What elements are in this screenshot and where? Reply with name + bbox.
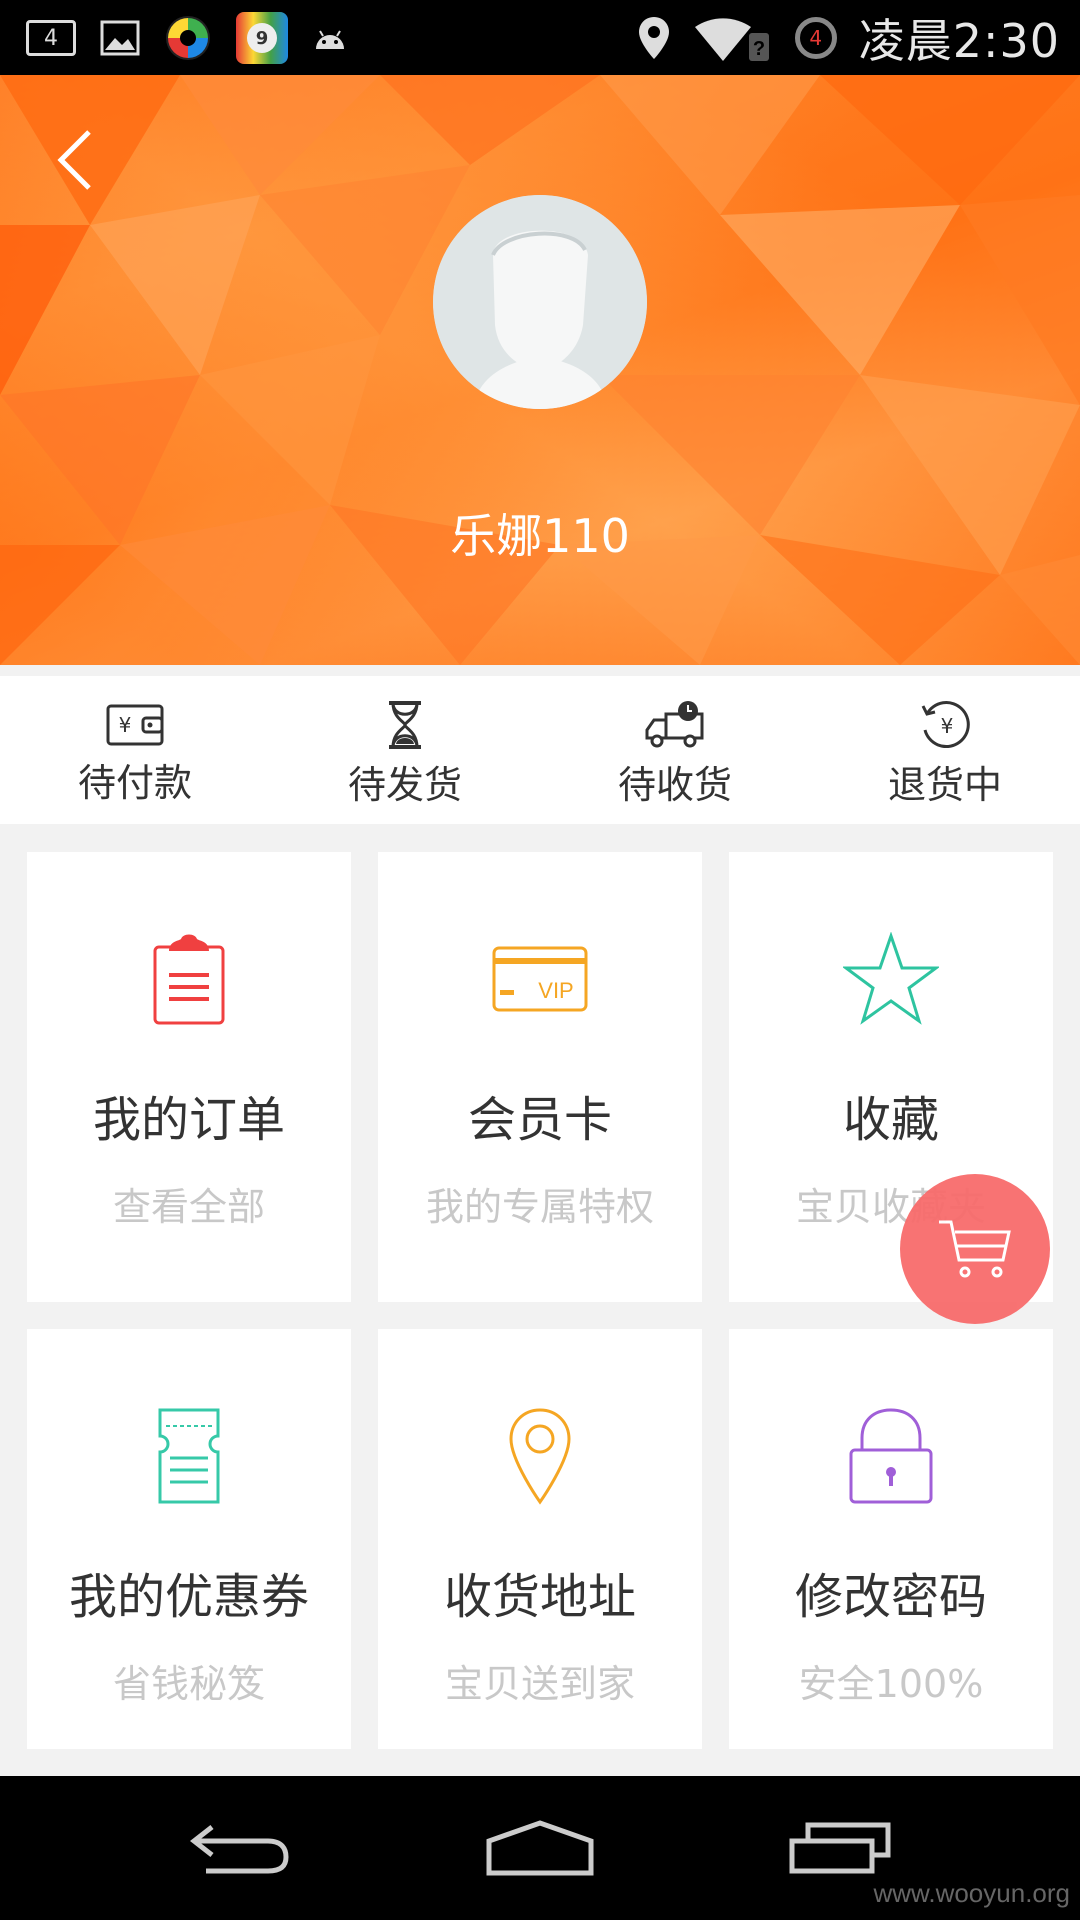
- watermark: www.wooyun.org: [873, 1878, 1070, 1908]
- order-pending-shipment[interactable]: 待发货: [270, 676, 540, 824]
- card-title: 我的优惠券: [68, 1569, 309, 1625]
- shopping-cart-icon: [939, 1220, 1011, 1278]
- card-subtitle: 宝贝送到家: [444, 1662, 635, 1706]
- status-notifications: 4 9: [26, 12, 348, 64]
- card-subtitle: 我的专属特权: [425, 1185, 654, 1229]
- android-icon: [316, 30, 344, 49]
- lock-icon: [849, 1408, 933, 1504]
- order-status-bar: ¥ 待付款 待发货 待收货 ¥ 退货中: [0, 676, 1080, 824]
- card-title: 会员卡: [467, 1092, 612, 1148]
- back-arrow-icon: [190, 1825, 289, 1874]
- coupon-icon: [158, 1408, 220, 1504]
- card-title: 修改密码: [794, 1569, 987, 1625]
- wifi-icon: ?: [694, 17, 769, 61]
- card-my-orders[interactable]: 我的订单 查看全部: [27, 852, 351, 1302]
- profile-header: 乐娜110: [0, 75, 1080, 665]
- card-change-password[interactable]: 修改密码 安全100%: [729, 1329, 1053, 1749]
- star-icon: [843, 932, 939, 1025]
- username: 乐娜110: [450, 509, 630, 563]
- status-bar: 4 9 ? 4 凌晨2:30: [0, 0, 1080, 75]
- refund-icon: ¥: [921, 701, 970, 748]
- card-subtitle: 查看全部: [112, 1185, 265, 1229]
- svg-text:¥: ¥: [941, 714, 954, 738]
- order-pending-payment[interactable]: ¥ 待付款: [0, 676, 270, 824]
- status-time: 凌晨2:30: [858, 13, 1060, 68]
- card-title: 收藏: [842, 1092, 939, 1148]
- card-member-card[interactable]: VIP 会员卡 我的专属特权: [378, 852, 702, 1302]
- wallet-icon: ¥: [106, 704, 164, 746]
- card-title: 我的订单: [92, 1092, 285, 1148]
- back-button[interactable]: [40, 115, 110, 205]
- card-my-coupons[interactable]: 我的优惠券 省钱秘笈: [27, 1329, 351, 1749]
- app-badge-number: 9: [247, 23, 277, 53]
- order-returning-label: 退货中: [887, 763, 1002, 807]
- clipboard-icon: [153, 934, 225, 1025]
- order-pending-receipt[interactable]: 待收货: [540, 676, 810, 824]
- delivery-truck-icon: [645, 701, 704, 748]
- status-indicators: ? 4 凌晨2:30: [637, 0, 1060, 75]
- vip-card-icon: VIP: [492, 946, 588, 1012]
- location-icon: [638, 16, 669, 59]
- cart-button[interactable]: [900, 1174, 1050, 1324]
- card-subtitle: 省钱秘笈: [112, 1662, 265, 1706]
- location-pin-icon: [509, 1408, 571, 1505]
- alarm-badge-icon: 4: [794, 16, 837, 59]
- order-pending-shipment-label: 待发货: [347, 763, 462, 807]
- default-avatar-icon: [433, 195, 647, 409]
- card-shipping-address[interactable]: 收货地址 宝贝送到家: [378, 1329, 702, 1749]
- order-pending-receipt-label: 待收货: [617, 763, 732, 807]
- order-returning[interactable]: ¥ 退货中: [810, 676, 1080, 824]
- svg-text:¥: ¥: [119, 713, 132, 737]
- nav-home-button[interactable]: [440, 1776, 640, 1920]
- order-pending-payment-label: 待付款: [77, 761, 192, 805]
- notification-count: 4: [44, 25, 58, 51]
- nav-back-button[interactable]: [140, 1776, 340, 1920]
- card-subtitle: 安全100%: [798, 1662, 984, 1706]
- gallery-icon: [100, 20, 140, 56]
- vip-label: VIP: [538, 978, 573, 1003]
- svg-text:?: ?: [753, 38, 765, 60]
- app-pinwheel-icon: [166, 16, 210, 60]
- recents-icon: [789, 1822, 891, 1874]
- notification-count-icon: 4: [26, 20, 76, 56]
- home-icon: [486, 1820, 594, 1876]
- avatar[interactable]: [433, 195, 647, 409]
- alarm-badge-number: 4: [809, 25, 823, 50]
- hourglass-icon: [389, 701, 421, 749]
- app-badge-icon: 9: [236, 12, 288, 64]
- card-title: 收货地址: [443, 1569, 636, 1625]
- chevron-left-icon: [57, 130, 91, 190]
